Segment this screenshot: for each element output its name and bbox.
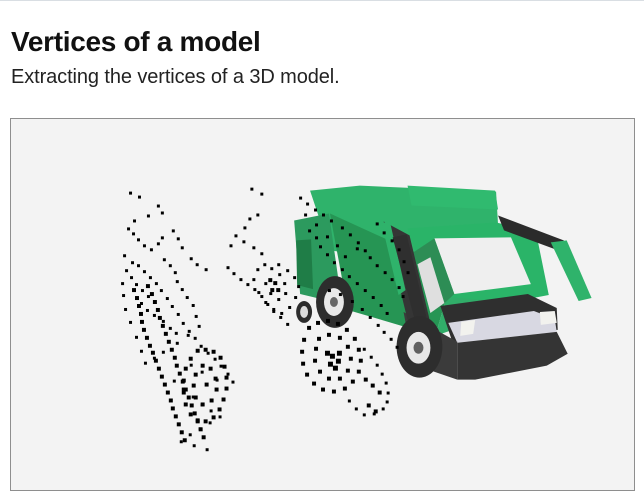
model-render-svg: [11, 119, 634, 490]
page-title: Vertices of a model: [11, 26, 261, 57]
vertices-demo-page: Vertices of a model Extracting the verti…: [0, 0, 644, 500]
3d-model-viewport[interactable]: [10, 118, 635, 491]
page-subtitle: Extracting the vertices of a 3D model.: [11, 66, 340, 88]
page-header: Vertices of a model Extracting the verti…: [11, 25, 631, 90]
